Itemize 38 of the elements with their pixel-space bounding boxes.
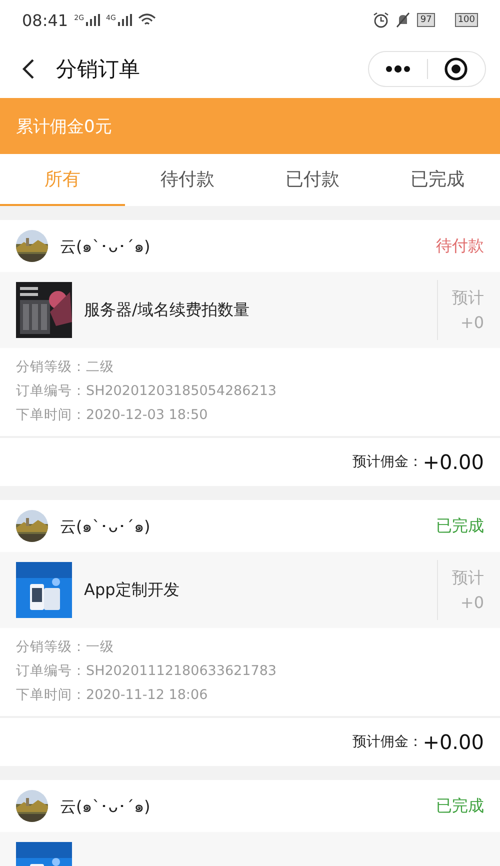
target-icon [444, 57, 468, 81]
clock-time: 08:41 [22, 10, 68, 30]
user-name: 云(๑`･ᴗ･´๑) [60, 236, 152, 258]
mute-icon [395, 12, 412, 28]
commission-label: 预计佣金： [352, 453, 423, 471]
commission-label: 预计佣金： [352, 733, 423, 751]
battery-level: 100 [454, 13, 478, 27]
commission-value: +0.00 [422, 730, 484, 754]
tab[interactable]: 待付款 [125, 154, 250, 206]
distribution-level: 分销等级：一级 [16, 638, 115, 656]
user-name: 云(๑`･ᴗ･´๑) [60, 796, 152, 818]
estimate-label: 预计 [452, 288, 484, 309]
estimate-value: +0 [460, 593, 484, 612]
order-status: 已完成 [436, 796, 484, 816]
tab[interactable]: 已付款 [250, 154, 375, 206]
order-status: 待付款 [436, 236, 484, 256]
signal-icon [118, 14, 132, 26]
product-name: 服务器/域名续费拍数量 [84, 300, 250, 320]
signal-icon [86, 14, 100, 26]
order-time: 下单时间：2020-12-03 18:50 [16, 406, 209, 424]
wifi-icon [138, 13, 156, 27]
page-title: 分销订单 [56, 56, 141, 83]
user-name: 云(๑`･ᴗ･´๑) [60, 516, 152, 538]
distribution-level: 分销等级：二级 [16, 358, 115, 376]
product-name: App定制开发 [84, 580, 180, 600]
commission-value: +0.00 [422, 450, 484, 474]
order-number: 订单编号：SH20201112180633621783 [16, 662, 278, 680]
tab[interactable]: 已完成 [375, 154, 500, 206]
order-number: 订单编号：SH20201203185054286213 [16, 382, 278, 400]
alarm-icon [373, 12, 390, 28]
estimate-label: 预计 [452, 568, 484, 589]
more-icon [384, 65, 411, 73]
order-status: 已完成 [436, 516, 484, 536]
order-time: 下单时间：2020-11-12 18:06 [16, 686, 209, 704]
battery-level: 97 [417, 13, 435, 27]
total-commission: 累计佣金0元 [16, 116, 112, 138]
estimate-value: +0 [460, 313, 484, 332]
back-icon [21, 58, 35, 80]
